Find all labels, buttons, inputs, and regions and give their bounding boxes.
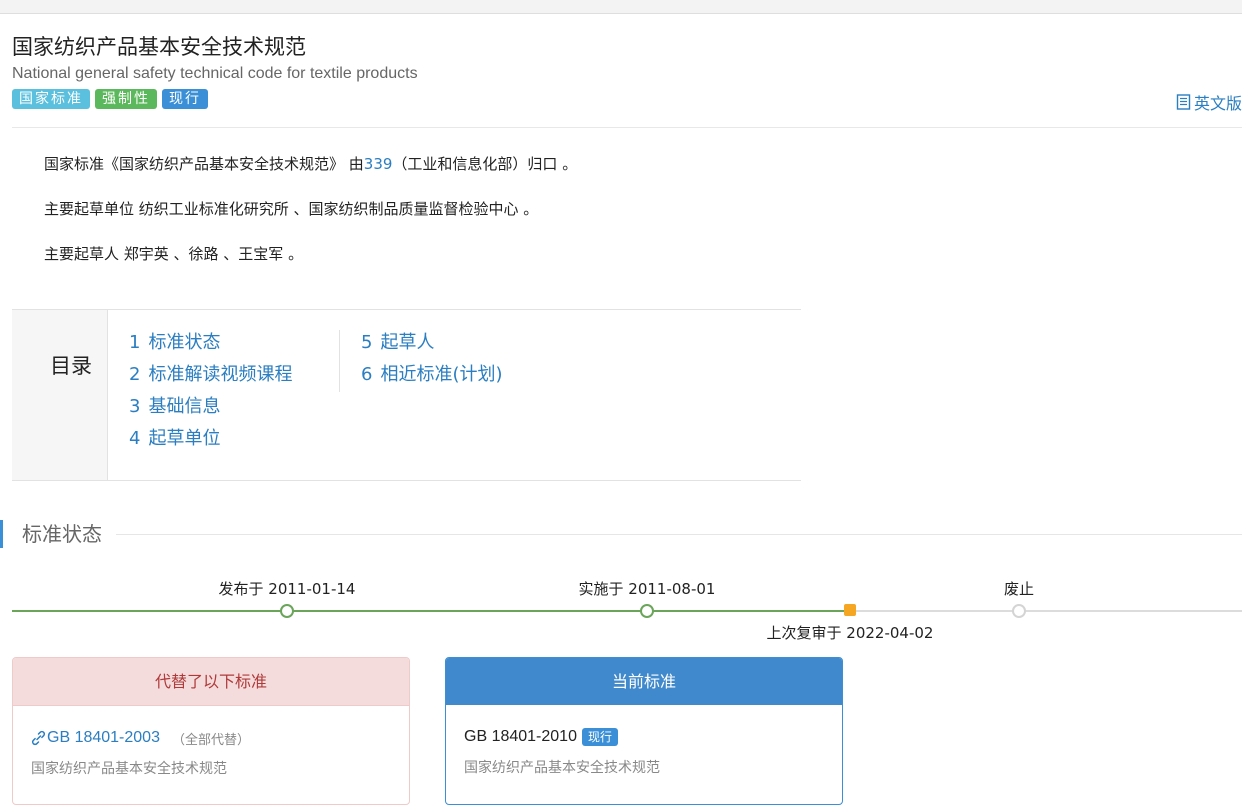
current-standard-code: GB 18401-2010 [464,728,577,745]
page-title: 国家纺织产品基本安全技术规范 [12,35,306,59]
section-title-status: 标准状态 [22,522,102,546]
page-subtitle: National general safety technical code f… [12,65,418,82]
toc-item-status[interactable]: 1 标准状态 [129,330,292,362]
document-icon [1176,94,1191,110]
toc-item-video-course[interactable]: 2 标准解读视频课程 [129,362,292,394]
toc-column-2: 5 起草人 6 相近标准(计划) [361,330,503,394]
replaced-card-body: GB 18401-2003 （全部代替） 国家纺织产品基本安全技术规范 [13,706,409,798]
header-divider [12,127,1242,128]
toc-item-label: 起草单位 [148,428,221,449]
toc-column-1: 1 标准状态 2 标准解读视频课程 3 基础信息 4 起草单位 [129,330,292,458]
current-standard-card: 当前标准 GB 18401-2010 现行 国家纺织产品基本安全技术规范 [445,657,843,805]
timeline-review-marker [844,604,856,616]
description-committee: 国家标准《国家纺织产品基本安全技术规范》 由339（工业和信息化部）归口 。 [44,154,577,174]
toc-label-column: 目录 [12,310,108,480]
toc-item-number: 6 [361,364,373,385]
current-card-header: 当前标准 [446,658,842,705]
replaced-standards-card: 代替了以下标准 GB 18401-2003 （全部代替） 国家纺织产品基本安全技… [12,657,410,805]
description-committee-prefix: 国家标准《国家纺织产品基本安全技术规范》 由 [44,155,364,173]
english-version-label: 英文版 [1193,94,1242,113]
table-of-contents: 目录 1 标准状态 2 标准解读视频课程 3 基础信息 4 起草单位 5 起草人 6 相近标… [12,309,801,481]
description-drafters: 主要起草人 郑宇英 、徐路 、王宝军 。 [44,245,304,263]
toc-item-label: 起草人 [380,332,435,353]
tag-mandatory: 强制性 [95,89,157,109]
timeline-published-dot [280,604,294,618]
top-bar [0,0,1242,14]
section-accent-bar [0,520,3,548]
current-standard-row: GB 18401-2010 现行 [464,725,824,749]
replaced-standard-row: GB 18401-2003 （全部代替） [31,726,391,750]
section-divider [116,534,1242,535]
replaced-standard-note: （全部代替） [171,732,250,748]
replaced-card-header: 代替了以下标准 [13,658,409,706]
current-card-body: GB 18401-2010 现行 国家纺织产品基本安全技术规范 [446,705,842,797]
timeline-abolished-label: 废止 [1003,580,1035,598]
replaced-standard-link[interactable]: GB 18401-2003 [47,729,160,747]
toc-item-number: 1 [129,332,141,353]
toc-column-divider [339,330,340,392]
toc-item-label: 标准解读视频课程 [148,364,293,385]
timeline-reviewed-label: 上次复审于 2022-04-02 [766,624,934,642]
toc-item-number: 5 [361,332,373,353]
tag-list: 国家标准 强制性 现行 [12,89,208,109]
toc-item-number: 4 [129,428,141,449]
toc-item-basic-info[interactable]: 3 基础信息 [129,394,292,426]
timeline-abolished-dot [1012,604,1026,618]
toc-item-similar-standards[interactable]: 6 相近标准(计划) [361,362,503,394]
timeline-progress-line [12,610,850,612]
toc-item-label: 标准状态 [148,332,221,353]
timeline-pending-line [850,610,1242,612]
toc-item-number: 2 [129,364,141,385]
timeline-published-label: 发布于 2011-01-14 [218,580,356,598]
toc-item-label: 相近标准(计划) [380,364,503,385]
link-icon [31,730,46,746]
timeline-implemented-label: 实施于 2011-08-01 [578,580,716,598]
toc-item-number: 3 [129,396,141,417]
description-drafting-units: 主要起草单位 纺织工业标准化研究所 、国家纺织制品质量监督检验中心 。 [44,200,539,218]
toc-label: 目录 [50,354,92,378]
current-status-badge: 现行 [581,728,618,746]
toc-item-label: 基础信息 [148,396,221,417]
committee-link[interactable]: 339 [364,155,393,173]
english-version-link[interactable]: 英文版 [1176,90,1242,114]
timeline-implemented-dot [640,604,654,618]
tag-current: 现行 [162,89,208,109]
tag-national-standard: 国家标准 [12,89,90,109]
replaced-standard-name: 国家纺织产品基本安全技术规范 [31,761,227,777]
current-standard-name: 国家纺织产品基本安全技术规范 [464,760,660,776]
description-committee-suffix: （工业和信息化部）归口 。 [392,155,578,173]
toc-item-drafters[interactable]: 5 起草人 [361,330,503,362]
toc-item-drafting-units[interactable]: 4 起草单位 [129,426,292,458]
